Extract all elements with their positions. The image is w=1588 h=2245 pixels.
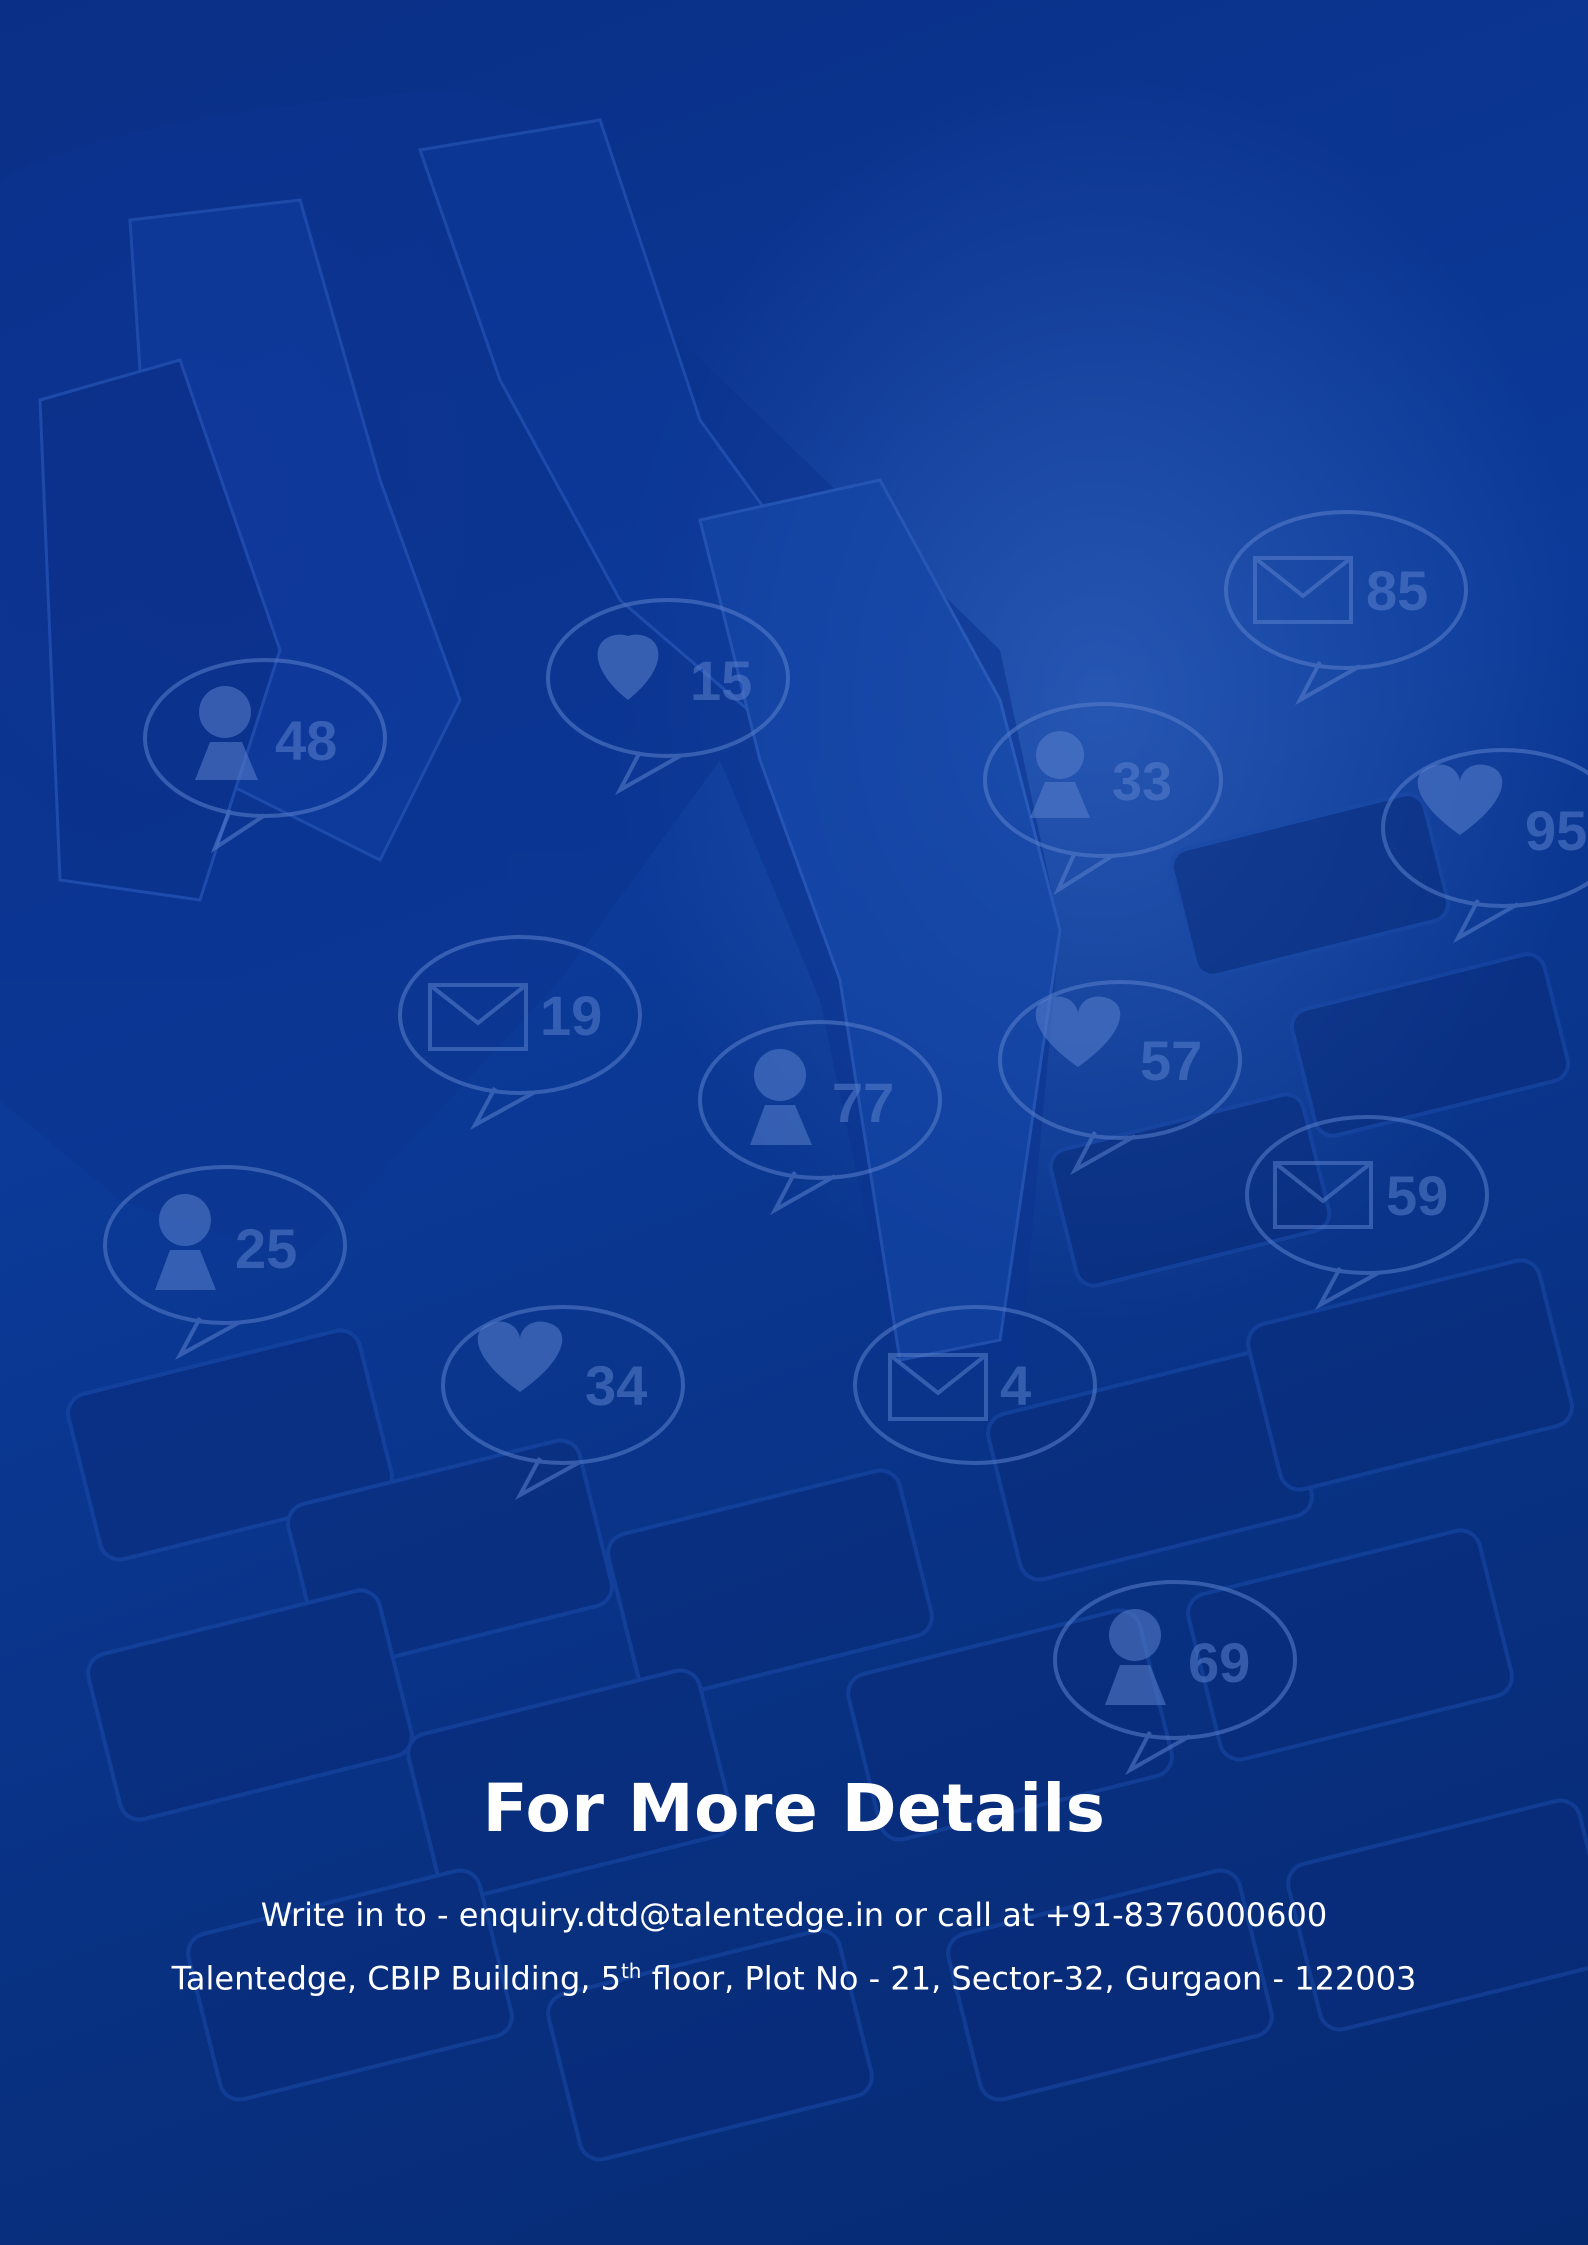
svg-text:85: 85 bbox=[1366, 559, 1428, 622]
robot-hand-illustration bbox=[0, 90, 1062, 1380]
address-superscript: th bbox=[620, 1959, 642, 1983]
address-part-1: Talentedge, CBIP Building, 5 bbox=[171, 1959, 621, 1998]
contact-prefix: Write in to - bbox=[260, 1896, 459, 1934]
address-part-2: floor, Plot No - 21, Sector-32, Gurgaon … bbox=[641, 1959, 1417, 1998]
svg-text:25: 25 bbox=[235, 1217, 297, 1280]
heart-icon bbox=[477, 1321, 563, 1392]
svg-text:59: 59 bbox=[1386, 1164, 1448, 1227]
svg-text:4: 4 bbox=[1000, 1354, 1031, 1417]
address-line: Talentedge, CBIP Building, 5th floor, Pl… bbox=[0, 1943, 1588, 2007]
svg-text:77: 77 bbox=[832, 1071, 894, 1134]
brochure-back-cover: 48 15 85 33 95 19 77 57 59 25 34 4 69 Fo… bbox=[0, 0, 1588, 2245]
svg-text:33: 33 bbox=[1112, 752, 1172, 812]
contact-section: For More Details Write in to - enquiry.d… bbox=[0, 1770, 1588, 2007]
email-link[interactable]: enquiry.dtd@talentedge.in bbox=[459, 1896, 884, 1934]
svg-text:69: 69 bbox=[1188, 1631, 1250, 1694]
svg-text:48: 48 bbox=[275, 709, 337, 772]
svg-text:95: 95 bbox=[1525, 799, 1587, 862]
svg-text:57: 57 bbox=[1140, 1029, 1202, 1092]
svg-text:34: 34 bbox=[585, 1354, 647, 1417]
contact-line: Write in to - enquiry.dtd@talentedge.in … bbox=[0, 1887, 1588, 1943]
heart-icon bbox=[1035, 996, 1121, 1067]
phone-number[interactable]: +91-8376000600 bbox=[1045, 1896, 1328, 1934]
section-title: For More Details bbox=[482, 1770, 1106, 1847]
contact-middle: or call at bbox=[884, 1896, 1045, 1934]
svg-text:19: 19 bbox=[540, 984, 602, 1047]
bubble-mail-85: 85 bbox=[1224, 510, 1468, 706]
svg-text:15: 15 bbox=[690, 649, 752, 712]
